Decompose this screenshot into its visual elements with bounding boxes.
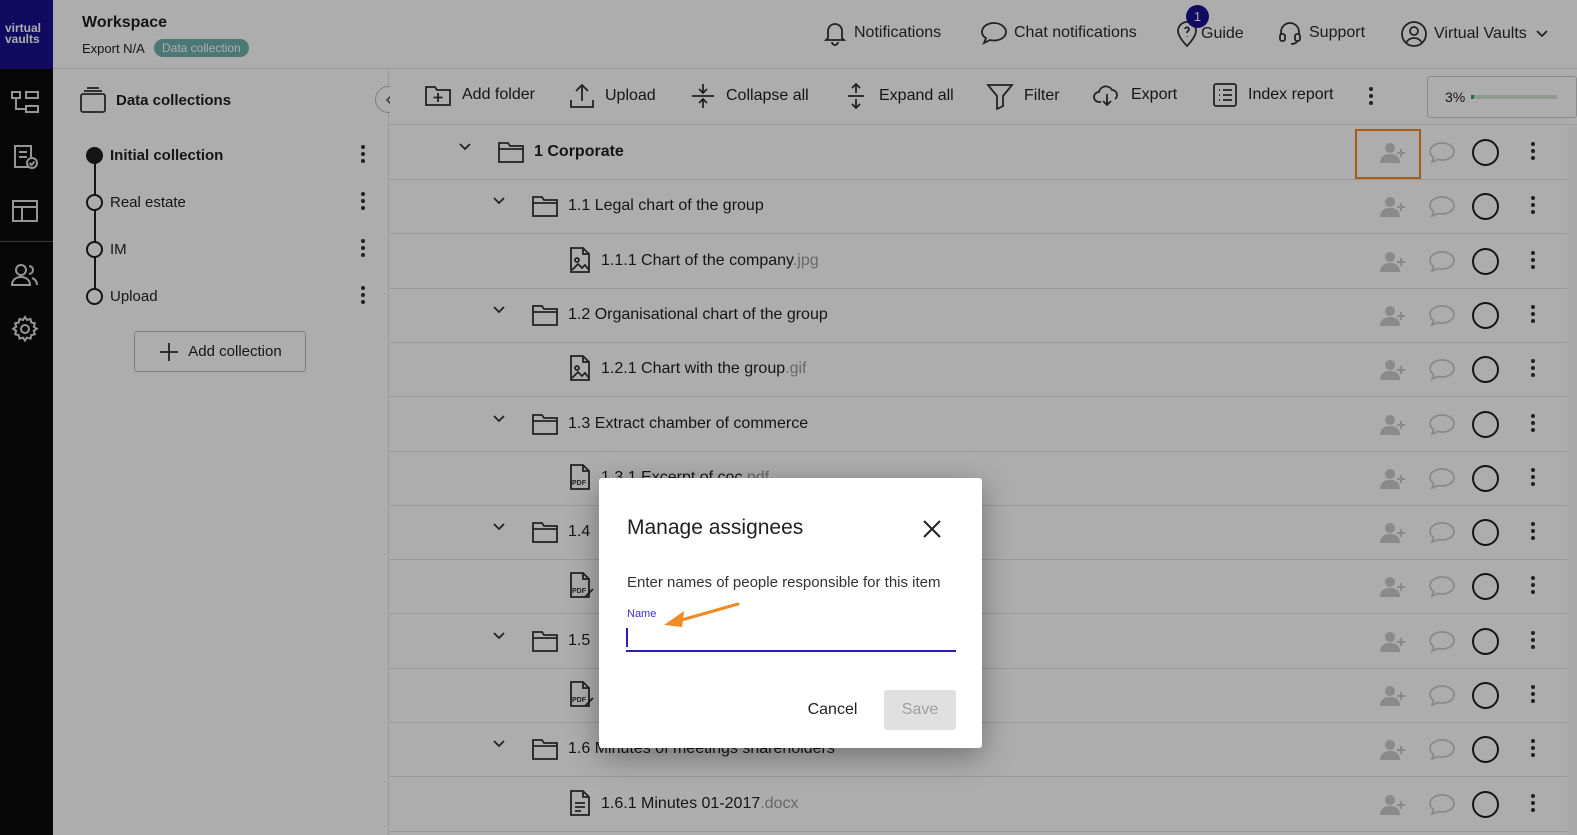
save-button[interactable]: Save bbox=[884, 690, 956, 730]
name-field-label: Name bbox=[627, 608, 657, 620]
cancel-button[interactable]: Cancel bbox=[795, 690, 870, 730]
dialog-title: Manage assignees bbox=[627, 516, 804, 539]
close-icon[interactable] bbox=[921, 518, 943, 540]
annotation-arrow-icon bbox=[660, 600, 744, 630]
dialog-description: Enter names of people responsible for th… bbox=[627, 574, 941, 591]
manage-assignees-dialog: Manage assignees Enter names of people r… bbox=[599, 478, 982, 748]
text-caret bbox=[626, 628, 628, 647]
